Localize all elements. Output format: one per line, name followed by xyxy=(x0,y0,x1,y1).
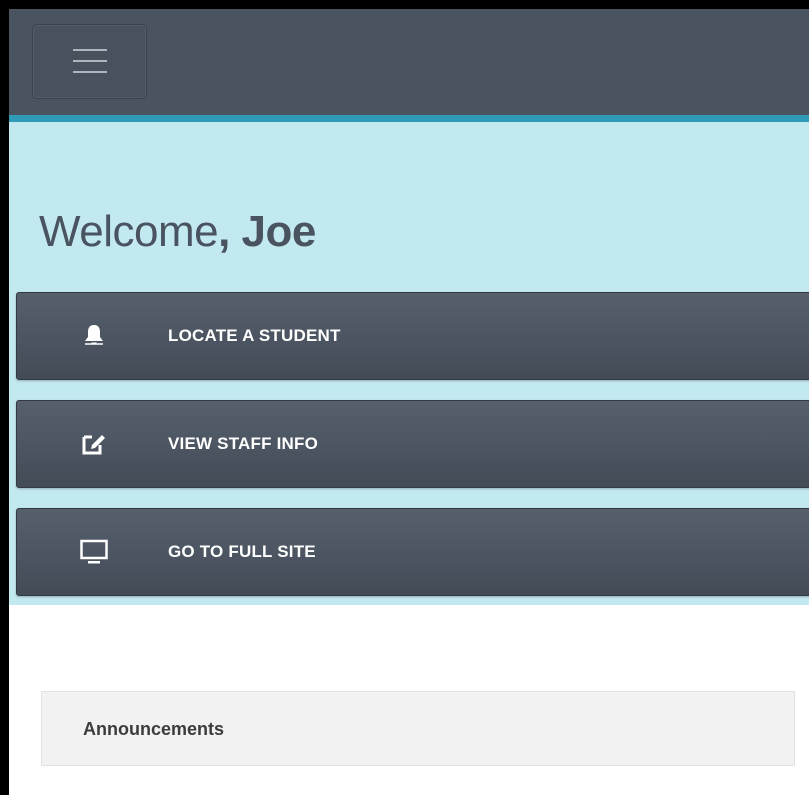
app-frame: Welcome, Joe LOCATE A STUDENT VIEW STAFF… xyxy=(0,0,809,795)
edit-icon xyxy=(79,428,109,458)
nav-item-label: GO TO FULL SITE xyxy=(168,542,316,561)
welcome-heading: Welcome, Joe xyxy=(39,207,316,257)
view-staff-info-button[interactable]: VIEW STAFF INFO xyxy=(16,400,809,488)
locate-student-button[interactable]: LOCATE A STUDENT xyxy=(16,292,809,380)
welcome-comma: , xyxy=(218,207,230,256)
top-navbar xyxy=(9,9,809,122)
announcements-title: Announcements xyxy=(83,719,225,739)
hamburger-menu-icon xyxy=(73,49,107,73)
nav-item-label: LOCATE A STUDENT xyxy=(168,326,341,345)
welcome-greeting: Welcome xyxy=(39,207,219,256)
nav-item-label: VIEW STAFF INFO xyxy=(168,434,319,453)
menu-toggle-button[interactable] xyxy=(32,24,147,99)
bell-icon xyxy=(79,320,109,350)
monitor-icon xyxy=(79,536,109,566)
welcome-user-name: Joe xyxy=(241,207,317,256)
go-to-full-site-button[interactable]: GO TO FULL SITE xyxy=(16,508,809,596)
announcements-panel: Announcements xyxy=(41,691,795,766)
